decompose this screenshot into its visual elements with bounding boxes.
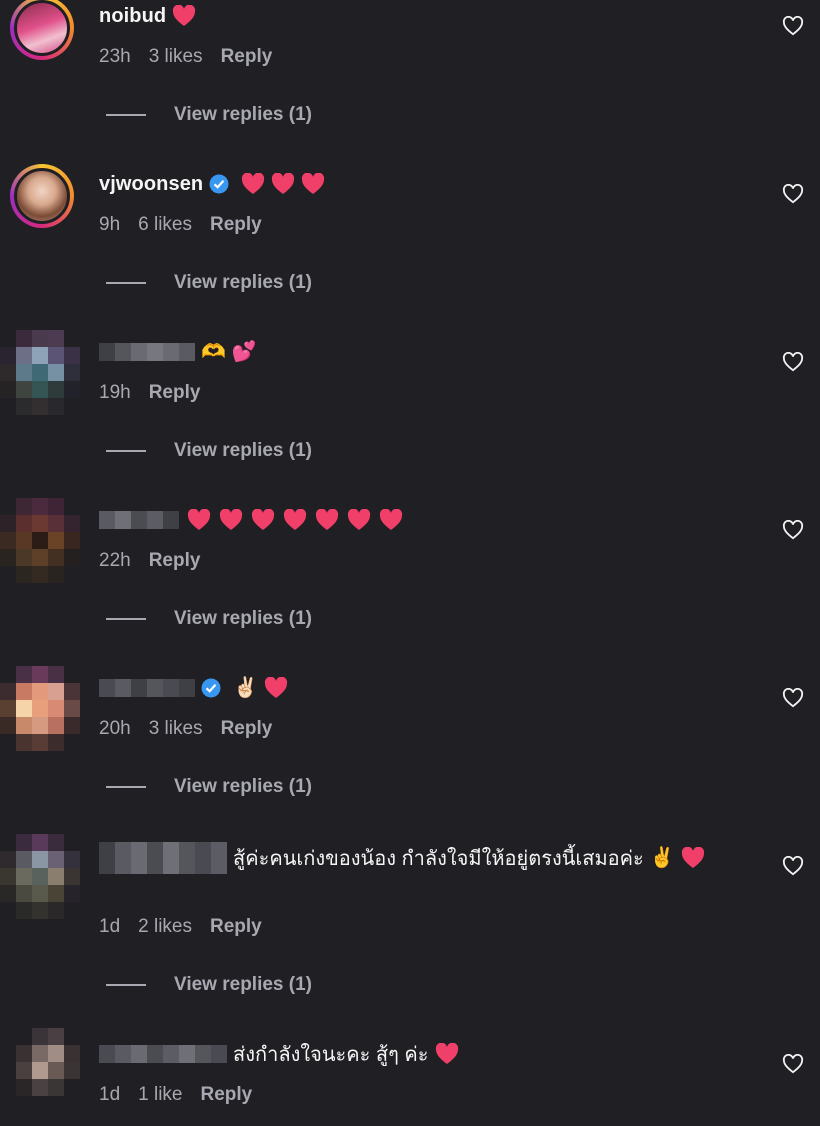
reply-button[interactable]: Reply [221,718,273,740]
heart-outline-icon[interactable] [782,352,804,372]
view-replies-label: View replies (1) [174,776,312,797]
like-count[interactable]: 3 likes [149,46,203,68]
avatar[interactable] [0,330,80,415]
like-count[interactable]: 6 likes [138,214,192,236]
view-replies-label: View replies (1) [174,104,312,125]
divider-line [106,114,146,116]
heart-outline-icon[interactable] [782,856,804,876]
avatar[interactable] [16,1028,80,1096]
heart-emoji-icon [264,677,288,699]
comment: ส่งกำลังใจนะคะ สู้ๆ ค่ะ 1d 1 like Reply [0,1028,820,1126]
comment: vjwoonsen 9h 6 likes Reply View replies … [0,164,820,336]
reply-button[interactable]: Reply [210,916,262,938]
heart-emoji-icon [379,509,403,531]
victory-hand-emoji-icon: ✌️ [649,847,675,869]
comment-text: สู้ค่ะคนเก่งของน้อง กำลังใจมีให้อยู่ตรงน… [233,848,644,870]
view-replies-label: View replies (1) [174,272,312,293]
heart-emoji-icon [315,509,339,531]
view-replies-label: View replies (1) [174,608,312,629]
two-hearts-emoji-icon: 💕 [231,341,257,363]
blurred-username[interactable] [99,842,227,874]
reply-button[interactable]: Reply [201,1084,253,1106]
heart-emoji-icon [172,5,196,27]
heart-emoji-icon [301,173,325,195]
reply-button[interactable]: Reply [149,550,201,572]
divider-line [106,786,146,788]
comment-time: 1d [99,1084,121,1105]
comment: ✌🏻 20h 3 likes Reply View replies (1) [0,666,820,840]
heart-emoji-icon [347,509,371,531]
reply-button[interactable]: Reply [149,382,201,404]
heart-emoji-icon [219,509,243,531]
avatar[interactable] [10,0,74,60]
heart-emoji-icon [271,173,295,195]
view-replies-label: View replies (1) [174,440,312,461]
comment-text: ส่งกำลังใจนะคะ สู้ๆ ค่ะ [233,1044,429,1066]
comment: noibud 23h 3 likes Reply View replies (1… [0,0,820,168]
comment-time: 19h [99,382,131,403]
divider-line [106,618,146,620]
blurred-username[interactable] [99,679,195,697]
heart-hands-emoji-icon: 🫶 [201,341,226,363]
heart-emoji-icon [681,847,705,869]
reply-button[interactable]: Reply [210,214,262,236]
heart-emoji-icon [187,509,211,531]
comment-time: 23h [99,46,131,67]
view-replies-button[interactable]: View replies (1) [106,104,312,126]
victory-hand-emoji-icon: ✌🏻 [233,677,258,699]
heart-emoji-icon [251,509,275,531]
comment: 🫶 💕 19h Reply View replies (1) [0,330,820,504]
heart-outline-icon[interactable] [782,688,804,708]
view-replies-label: View replies (1) [174,974,312,995]
view-replies-button[interactable]: View replies (1) [106,608,312,630]
heart-outline-icon[interactable] [782,1054,804,1074]
comment-time: 22h [99,550,131,571]
divider-line [106,450,146,452]
like-count[interactable]: 2 likes [138,916,192,938]
avatar[interactable] [0,498,80,583]
view-replies-button[interactable]: View replies (1) [106,776,312,798]
heart-outline-icon[interactable] [782,16,804,36]
verified-badge-icon [201,678,221,698]
heart-emoji-icon [435,1043,459,1065]
comment: 22h Reply View replies (1) [0,498,820,672]
heart-outline-icon[interactable] [782,520,804,540]
divider-line [106,984,146,986]
comment-time: 1d [99,916,121,937]
heart-emoji-icon [283,509,307,531]
reply-button[interactable]: Reply [221,46,273,68]
divider-line [106,282,146,284]
blurred-username[interactable] [99,1045,227,1063]
username[interactable]: noibud [99,5,166,28]
view-replies-button[interactable]: View replies (1) [106,272,312,294]
avatar[interactable] [0,834,80,919]
comment-time: 20h [99,718,131,739]
comment: สู้ค่ะคนเก่งของน้อง กำลังใจมีให้อยู่ตรงน… [0,834,820,1008]
blurred-username[interactable] [99,511,179,529]
view-replies-button[interactable]: View replies (1) [106,974,312,996]
like-count[interactable]: 1 like [138,1084,182,1106]
blurred-username[interactable] [99,343,195,361]
comment-time: 9h [99,214,121,235]
verified-badge-icon [209,174,229,194]
avatar[interactable] [10,164,74,228]
heart-outline-icon[interactable] [782,184,804,204]
username[interactable]: vjwoonsen [99,173,203,196]
heart-emoji-icon [241,173,265,195]
like-count[interactable]: 3 likes [149,718,203,740]
view-replies-button[interactable]: View replies (1) [106,440,312,462]
avatar[interactable] [0,666,80,751]
